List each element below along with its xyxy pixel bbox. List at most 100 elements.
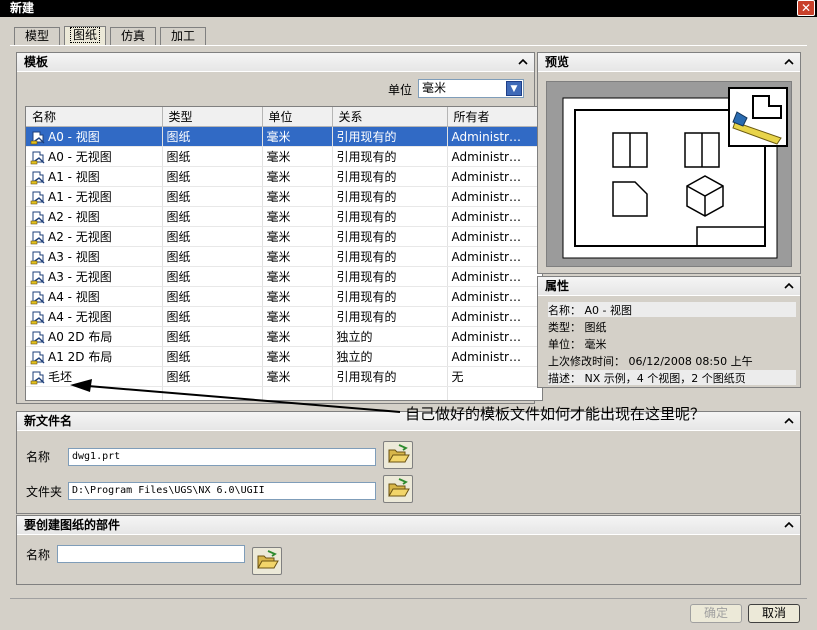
cell-relation: 引用现有的 (332, 186, 448, 207)
drawing-template-icon (30, 371, 45, 385)
tab-simulation[interactable]: 仿真 (110, 27, 156, 45)
properties-title: 属性 (545, 279, 570, 293)
tab-divider (10, 45, 807, 46)
cell-name: A1 - 无视图 (26, 186, 163, 207)
empty-row (26, 386, 542, 400)
file-name-label: 名称 (26, 450, 51, 464)
unit-dropdown[interactable]: 毫米 ▼ (418, 79, 524, 98)
cell-owner: Administr… (447, 166, 542, 187)
drawing-template-icon (30, 231, 45, 245)
table-row[interactable]: A1 2D 布局 图纸 毫米 独立的 Administr… (26, 346, 542, 367)
table-row[interactable]: A1 - 无视图 图纸 毫米 引用现有的 Administr… (26, 186, 542, 207)
table-row[interactable]: A2 - 视图 图纸 毫米 引用现有的 Administr… (26, 206, 542, 227)
cell-relation: 引用现有的 (332, 286, 448, 307)
file-name-input[interactable]: dwg1.prt (68, 448, 376, 466)
drawing-template-icon (30, 331, 45, 345)
open-folder-icon (388, 444, 410, 463)
dropdown-arrow-icon[interactable]: ▼ (506, 81, 522, 96)
table-row[interactable]: 毛坯 图纸 毫米 引用现有的无 (26, 366, 542, 387)
new-file-panel: 新文件名 名称 dwg1.prt 文件夹 D:\Program Files\UG… (16, 411, 801, 514)
table-row[interactable]: A1 - 视图 图纸 毫米 引用现有的 Administr… (26, 166, 542, 187)
collapse-icon[interactable] (784, 520, 794, 530)
cell-type: 图纸 (162, 226, 263, 247)
templates-table: 名称 类型 单位 关系 所有者 A0 - 视图 图纸 毫米 引用现有的 Administ… (25, 106, 543, 401)
drawing-template-icon (30, 291, 45, 305)
table-row[interactable]: A0 - 视图 图纸 毫米 引用现有的 Administr… (26, 126, 542, 147)
empty-cell (262, 386, 333, 400)
table-row[interactable]: A4 - 视图 图纸 毫米 引用现有的 Administr… (26, 286, 542, 307)
cell-relation: 独立的 (332, 326, 448, 347)
preview-header[interactable]: 预览 (538, 53, 800, 72)
table-row[interactable]: A2 - 无视图 图纸 毫米 引用现有的 Administr… (26, 226, 542, 247)
prop-unit: 单位： 毫米 (548, 338, 607, 351)
browse-file-button[interactable] (383, 441, 413, 469)
cell-type: 图纸 (162, 146, 263, 167)
cell-owner: Administr… (447, 206, 542, 227)
cell-unit: 毫米 (262, 246, 333, 267)
drawing-template-icon (30, 171, 45, 185)
tab-drawing[interactable]: 图纸 (64, 26, 106, 45)
table-row[interactable]: A4 - 无视图 图纸 毫米 引用现有的 Administr… (26, 306, 542, 327)
column-header-name[interactable]: 名称 (26, 107, 163, 127)
browse-folder-button[interactable] (383, 475, 413, 503)
cell-name: 毛坯 (26, 366, 163, 387)
part-header[interactable]: 要创建图纸的部件 (17, 516, 800, 535)
column-header-unit[interactable]: 单位 (262, 107, 333, 127)
drawing-template-icon (30, 211, 45, 225)
folder-input[interactable]: D:\Program Files\UGS\NX 6.0\UGII (68, 482, 376, 500)
part-panel: 要创建图纸的部件 名称 (16, 515, 801, 585)
table-row[interactable]: A3 - 无视图 图纸 毫米 引用现有的 Administr… (26, 266, 542, 287)
cell-owner: Administr… (447, 286, 542, 307)
browse-part-button[interactable] (252, 547, 282, 575)
part-title: 要创建图纸的部件 (24, 518, 121, 532)
collapse-icon[interactable] (784, 57, 794, 67)
cell-owner: Administr… (447, 146, 542, 167)
bottom-divider (10, 598, 807, 599)
cell-relation: 引用现有的 (332, 226, 448, 247)
collapse-icon[interactable] (784, 416, 794, 426)
cell-relation: 引用现有的 (332, 206, 448, 227)
templates-header[interactable]: 模板 (17, 53, 534, 72)
cell-name: A2 - 无视图 (26, 226, 163, 247)
cell-unit: 毫米 (262, 166, 333, 187)
column-header-relation[interactable]: 关系 (332, 107, 448, 127)
cell-unit: 毫米 (262, 266, 333, 287)
drawing-template-icon (30, 271, 45, 285)
table-row[interactable]: A0 2D 布局 图纸 毫米 独立的 Administr… (26, 326, 542, 347)
cancel-button[interactable]: 取消 (748, 604, 800, 623)
close-button[interactable]: ✕ (797, 0, 815, 16)
prop-modified: 上次修改时间： 06/12/2008 08:50 上午 (548, 355, 753, 368)
part-name-input[interactable] (57, 545, 245, 563)
ok-button[interactable]: 确定 (690, 604, 742, 623)
column-header-owner[interactable]: 所有者 (447, 107, 542, 127)
tab-manufacturing[interactable]: 加工 (160, 27, 206, 45)
cell-owner: Administr… (447, 246, 542, 267)
properties-header[interactable]: 属性 (538, 277, 800, 296)
cell-unit: 毫米 (262, 286, 333, 307)
table-row[interactable]: A0 - 无视图 图纸 毫米 引用现有的 Administr… (26, 146, 542, 167)
cell-name: A3 - 无视图 (26, 266, 163, 287)
window-title: 新建 (10, 1, 35, 15)
empty-cell (332, 386, 448, 400)
cell-owner: Administr… (447, 306, 542, 327)
collapse-icon[interactable] (518, 57, 528, 67)
column-header-type[interactable]: 类型 (162, 107, 263, 127)
cell-type: 图纸 (162, 266, 263, 287)
collapse-icon[interactable] (784, 281, 794, 291)
cell-unit: 毫米 (262, 226, 333, 247)
cell-owner: Administr… (447, 266, 542, 287)
table-row[interactable]: A3 - 视图 图纸 毫米 引用现有的 Administr… (26, 246, 542, 267)
cell-type: 图纸 (162, 306, 263, 327)
new-file-title: 新文件名 (24, 414, 73, 428)
cell-type: 图纸 (162, 326, 263, 347)
tab-model[interactable]: 模型 (14, 27, 60, 45)
title-bar: 新建 ✕ (0, 0, 817, 17)
cell-name: A0 2D 布局 (26, 326, 163, 347)
drawing-template-icon (30, 151, 45, 165)
empty-cell (162, 386, 263, 400)
cell-name: A1 - 视图 (26, 166, 163, 187)
properties-list: 名称： A0 - 视图 类型： 图纸 单位： 毫米 上次修改时间： 06/12/… (542, 300, 796, 386)
cell-name: A3 - 视图 (26, 246, 163, 267)
cell-relation: 引用现有的 (332, 246, 448, 267)
cell-owner: Administr… (447, 346, 542, 367)
